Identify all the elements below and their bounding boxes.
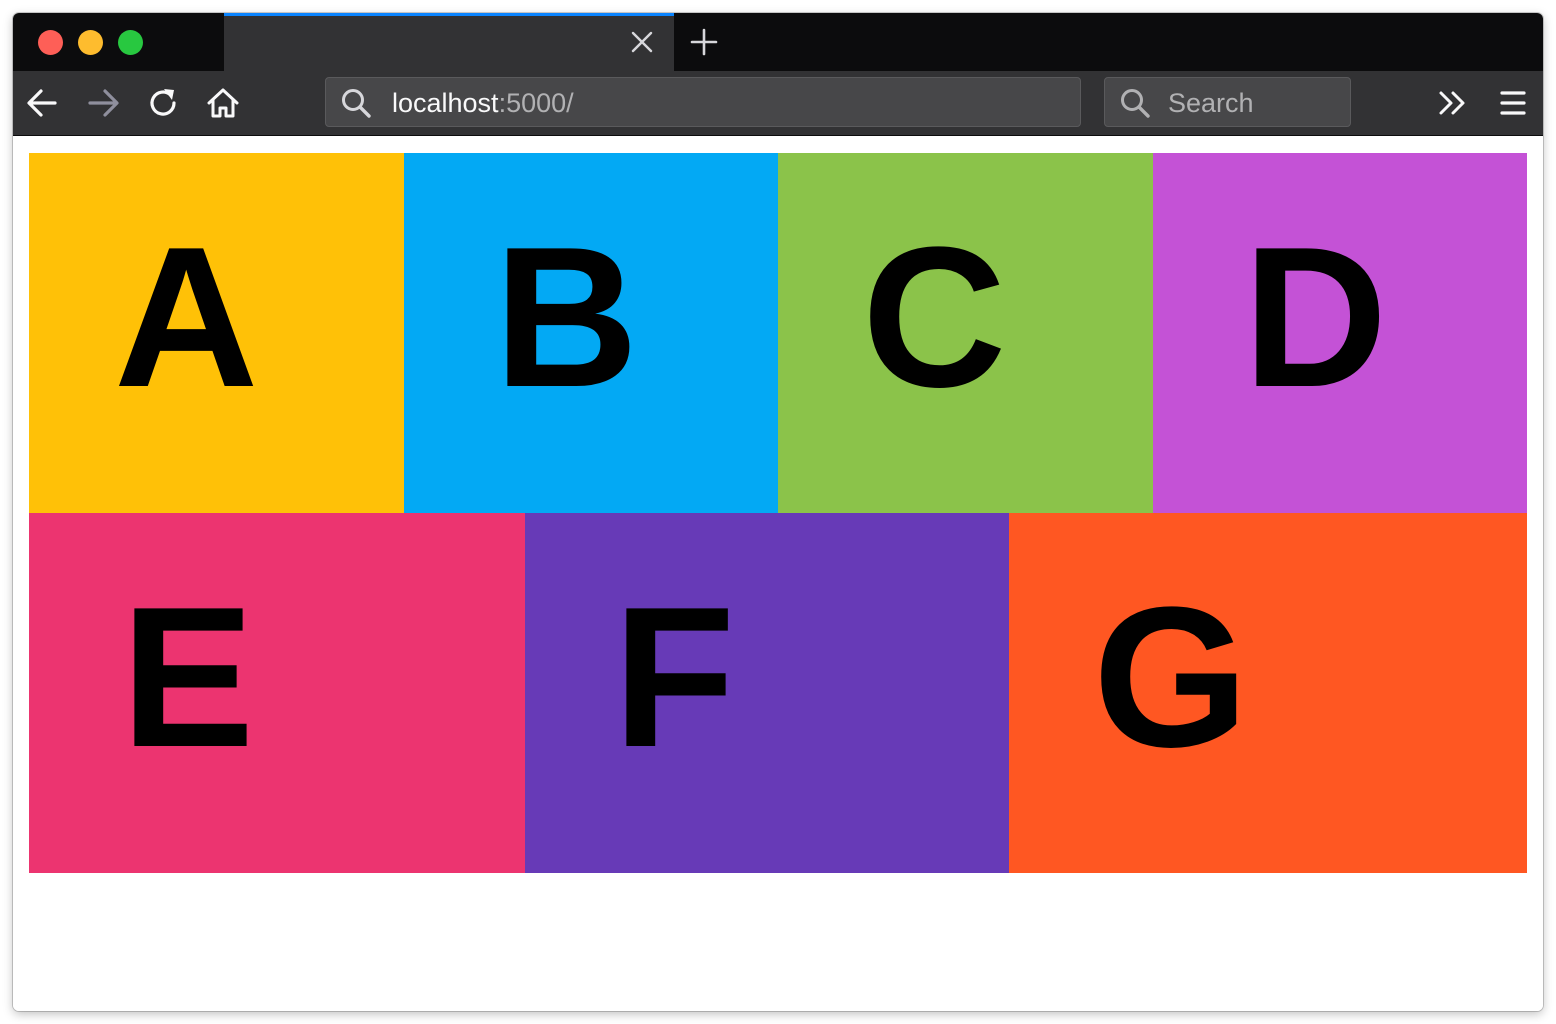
- box-b: B: [404, 153, 778, 513]
- browser-window: localhost:5000/ Search A B C D E F G: [13, 13, 1543, 1011]
- box-letter: C: [862, 206, 1007, 429]
- search-placeholder: Search: [1168, 88, 1254, 118]
- url-port: :5000/: [498, 88, 574, 118]
- double-chevron-icon[interactable]: [1435, 85, 1471, 121]
- box-d: D: [1153, 153, 1527, 513]
- plus-icon[interactable]: [689, 27, 719, 57]
- box-f: F: [525, 513, 1009, 873]
- reload-icon[interactable]: [145, 85, 181, 121]
- url-host: localhost: [392, 88, 499, 118]
- url-text[interactable]: localhost:5000/: [392, 88, 574, 118]
- box-e: E: [29, 513, 525, 873]
- url-bar[interactable]: localhost:5000/: [325, 77, 1081, 127]
- tab-active[interactable]: [224, 13, 674, 71]
- navigation-toolbar: localhost:5000/ Search: [13, 71, 1543, 136]
- home-icon[interactable]: [205, 85, 241, 121]
- box-letter: E: [121, 566, 255, 789]
- grid-row-1: A B C D: [29, 153, 1527, 513]
- box-letter: F: [613, 566, 736, 789]
- window-close-button[interactable]: [38, 30, 63, 55]
- grid-row-2: E F G: [29, 513, 1527, 873]
- box-letter: B: [494, 206, 639, 429]
- box-g: G: [1009, 513, 1527, 873]
- close-icon[interactable]: [630, 30, 654, 54]
- search-icon: [342, 89, 371, 118]
- box-letter: A: [114, 206, 259, 429]
- page-content: A B C D E F G: [13, 136, 1543, 1011]
- window-minimize-button[interactable]: [78, 30, 103, 55]
- box-letter: G: [1093, 566, 1249, 789]
- tab-active-indicator: [224, 13, 674, 16]
- box-c: C: [778, 153, 1153, 513]
- window-zoom-button[interactable]: [118, 30, 143, 55]
- box-a: A: [29, 153, 404, 513]
- tab-strip: [13, 13, 1543, 71]
- hamburger-menu-icon[interactable]: [1495, 85, 1531, 121]
- search-icon: [1121, 89, 1150, 118]
- back-arrow-icon[interactable]: [25, 85, 61, 121]
- forward-arrow-icon[interactable]: [85, 85, 121, 121]
- box-grid: A B C D E F G: [29, 153, 1527, 873]
- search-bar[interactable]: Search: [1104, 77, 1351, 127]
- box-letter: D: [1243, 206, 1388, 429]
